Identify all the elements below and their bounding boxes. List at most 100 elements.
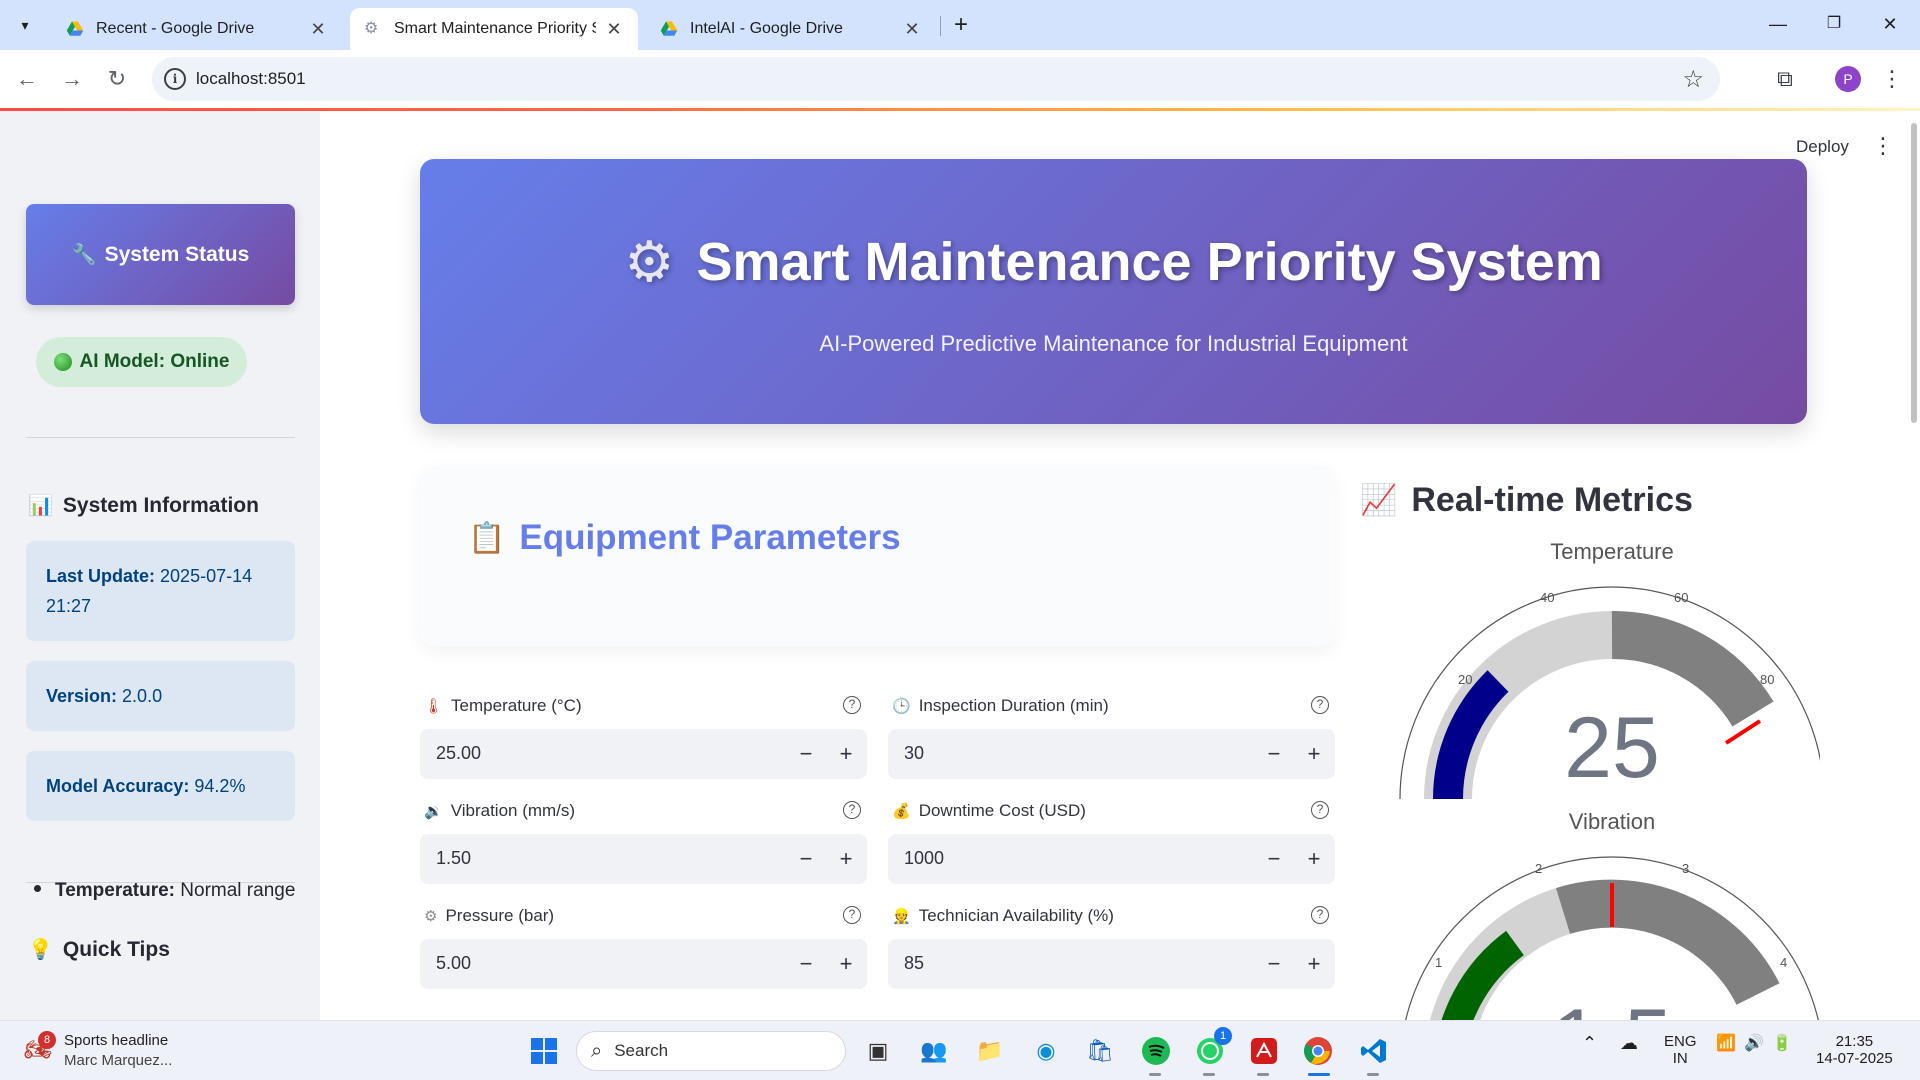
microsoft-store-icon[interactable]: 🛍 — [1082, 1033, 1118, 1069]
running-indicator — [1367, 1073, 1379, 1076]
increment-button[interactable]: + — [831, 739, 861, 769]
vibration-gauge[interactable]: Vibration 1 2 3 4 1.5 — [1350, 801, 1820, 1020]
extensions-puzzle-icon[interactable]: ⧉ — [1768, 62, 1802, 96]
deploy-button[interactable]: Deploy — [1796, 137, 1849, 157]
technician-availability-value[interactable]: 85 — [904, 953, 924, 974]
inspection-duration-value[interactable]: 30 — [904, 743, 924, 764]
tab-recent-google-drive[interactable]: Recent - Google Drive ✕ — [52, 8, 342, 50]
tab-search-button[interactable]: ▾ — [10, 10, 40, 40]
help-icon[interactable]: ? — [1311, 801, 1329, 819]
gauge-tick: 20 — [1458, 672, 1472, 687]
inspection-duration-label: Inspection Duration (min) — [918, 696, 1109, 715]
minimize-button[interactable]: — — [1754, 8, 1802, 40]
browser-menu-button[interactable]: ⋮ — [1880, 62, 1904, 96]
language-indicator[interactable]: ENG IN — [1664, 1033, 1697, 1067]
gauge-tick: 4 — [1780, 955, 1787, 970]
profile-avatar[interactable]: P — [1835, 66, 1861, 92]
bookmark-star-icon[interactable]: ☆ — [1682, 65, 1704, 94]
new-tab-button[interactable]: + — [945, 10, 977, 40]
running-indicator — [1203, 1073, 1215, 1076]
tab-close-icon[interactable]: ✕ — [308, 19, 328, 40]
windows-start-icon[interactable] — [526, 1033, 562, 1069]
version-value: 2.0.0 — [122, 686, 163, 706]
wrench-icon: 🔧 — [71, 244, 97, 266]
pressure-value[interactable]: 5.00 — [436, 953, 471, 974]
tab-title: IntelAI - Google Drive — [690, 20, 843, 37]
reload-button[interactable]: ↻ — [100, 62, 134, 96]
news-widget[interactable]: 🏍 8 Sports headline Marc Marquez... — [24, 1031, 172, 1071]
edge-icon[interactable]: ◉ — [1028, 1033, 1064, 1069]
whatsapp-icon[interactable]: 1 — [1192, 1027, 1232, 1069]
teams-icon[interactable]: 👥 — [916, 1033, 952, 1069]
decrement-button[interactable]: − — [1259, 739, 1289, 769]
equipment-parameters-card: 📋 Equipment Parameters — [420, 466, 1335, 646]
vscode-icon[interactable] — [1356, 1033, 1392, 1069]
volume-icon[interactable]: 🔊 — [1744, 1035, 1764, 1052]
wifi-icon[interactable]: 📶 — [1716, 1035, 1736, 1052]
increment-button[interactable]: + — [1299, 739, 1329, 769]
taskbar-search[interactable]: ⌕ Search — [576, 1031, 846, 1071]
light-bulb-icon: 💡 — [28, 939, 53, 961]
tip-text: Normal range — [180, 880, 296, 901]
battery-icon[interactable]: 🔋 — [1772, 1035, 1792, 1052]
temperature-number-input[interactable]: 25.00 − + — [420, 729, 867, 779]
spotify-icon[interactable] — [1138, 1033, 1174, 1069]
help-icon[interactable]: ? — [843, 801, 861, 819]
clock[interactable]: 21:35 14-07-2025 — [1816, 1033, 1893, 1067]
vibration-number-input[interactable]: 1.50 − + — [420, 834, 867, 884]
taskbar-search-placeholder: Search — [614, 1041, 669, 1060]
show-hidden-icons-chevron[interactable]: ⌃ — [1582, 1034, 1597, 1052]
scrollbar-thumb[interactable] — [1911, 123, 1917, 423]
help-icon[interactable]: ? — [843, 906, 861, 924]
gear-icon: ⚙ — [364, 20, 379, 37]
inspection-duration-number-input[interactable]: 30 − + — [888, 729, 1335, 779]
site-info-icon[interactable]: i — [164, 68, 186, 90]
gauge-tick: 80 — [1760, 672, 1774, 687]
tab-close-icon[interactable]: ✕ — [604, 19, 624, 40]
forward-button[interactable]: → — [55, 62, 89, 96]
onedrive-offline-icon[interactable]: ☁ — [1620, 1034, 1638, 1052]
gauge-tick: 2 — [1535, 861, 1542, 876]
scrollbar[interactable] — [1908, 111, 1920, 1020]
realtime-metrics-heading: 📈 Real-time Metrics — [1360, 481, 1693, 520]
technician-availability-number-input[interactable]: 85 − + — [888, 939, 1335, 989]
downtime-cost-number-input[interactable]: 1000 − + — [888, 834, 1335, 884]
pressure-number-input[interactable]: 5.00 − + — [420, 939, 867, 989]
close-window-button[interactable]: ✕ — [1866, 8, 1914, 40]
tab-intelai-google-drive[interactable]: IntelAI - Google Drive ✕ — [646, 8, 936, 50]
running-indicator — [1149, 1073, 1161, 1076]
decrement-button[interactable]: − — [791, 844, 821, 874]
decrement-button[interactable]: − — [791, 739, 821, 769]
help-icon[interactable]: ? — [843, 696, 861, 714]
news-title: Sports headline — [64, 1032, 169, 1049]
task-view-icon[interactable]: ▣ — [860, 1033, 896, 1069]
help-icon[interactable]: ? — [1311, 696, 1329, 714]
vibration-value[interactable]: 1.50 — [436, 848, 471, 869]
field-label: 🕒 Inspection Duration (min) — [892, 696, 1109, 716]
gear-icon: ⚙ — [424, 908, 438, 925]
tab-close-icon[interactable]: ✕ — [902, 19, 922, 40]
increment-button[interactable]: + — [831, 949, 861, 979]
language-bottom: IN — [1672, 1050, 1688, 1067]
decrement-button[interactable]: − — [791, 949, 821, 979]
back-button[interactable]: ← — [10, 62, 44, 96]
increment-button[interactable]: + — [1299, 844, 1329, 874]
app-menu-button[interactable]: ⋮ — [1872, 133, 1894, 159]
restore-button[interactable]: ❐ — [1810, 8, 1858, 40]
file-explorer-icon[interactable]: 📁 — [972, 1033, 1008, 1069]
address-bar[interactable]: i localhost:8501 ☆ — [152, 57, 1720, 101]
downtime-cost-value[interactable]: 1000 — [904, 848, 944, 869]
increment-button[interactable]: + — [831, 844, 861, 874]
tab-smart-maintenance[interactable]: ⚙ Smart Maintenance Priority System ✕ — [350, 8, 638, 50]
clock-icon: 🕒 — [892, 698, 911, 715]
system-information-heading: 📊 System Information — [28, 493, 259, 518]
decrement-button[interactable]: − — [1259, 949, 1289, 979]
chrome-icon[interactable] — [1300, 1033, 1336, 1069]
temperature-value[interactable]: 25.00 — [436, 743, 481, 764]
decrement-button[interactable]: − — [1259, 844, 1289, 874]
acrobat-icon[interactable] — [1246, 1033, 1282, 1069]
help-icon[interactable]: ? — [1311, 906, 1329, 924]
main-content: Deploy ⋮ ⚙ Smart Maintenance Priority Sy… — [320, 111, 1920, 1020]
increment-button[interactable]: + — [1299, 949, 1329, 979]
temperature-gauge[interactable]: Temperature 20 40 60 80 25 — [1350, 531, 1820, 801]
